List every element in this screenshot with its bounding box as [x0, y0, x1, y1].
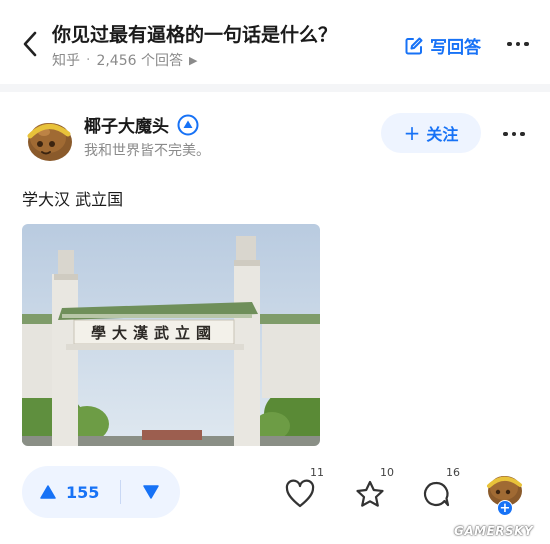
write-answer-label: 写回答 — [430, 38, 481, 58]
section-divider — [0, 84, 550, 92]
author-avatar[interactable] — [22, 112, 74, 164]
add-follow-plus-icon[interactable]: + — [497, 500, 513, 516]
heart-icon — [285, 479, 315, 508]
comment-button[interactable]: 16 — [414, 466, 460, 516]
upvote-icon — [40, 485, 56, 499]
plus-icon: + — [403, 121, 421, 145]
edit-icon — [405, 37, 423, 54]
gate-inscription: 學大漢武立國 — [91, 324, 217, 342]
favorite-button[interactable]: 10 — [348, 466, 394, 516]
watermark: GAMERSKY — [454, 524, 534, 538]
follow-label: 关注 — [426, 125, 459, 144]
source-label: 知乎 — [52, 53, 80, 69]
like-button[interactable]: 11 — [278, 466, 324, 516]
back-icon — [23, 31, 37, 57]
downvote-icon — [142, 485, 159, 499]
star-icon — [356, 480, 384, 507]
more-icon — [503, 131, 525, 137]
upvote-count: 155 — [66, 482, 100, 502]
comment-icon — [423, 481, 450, 507]
author-name: 椰子大魔头 — [84, 117, 169, 137]
write-answer-button[interactable]: 写回答 — [404, 33, 481, 58]
header-more-button[interactable] — [502, 34, 534, 54]
answer-text: 学大汉 武立国 — [22, 190, 124, 209]
vote-pill: 155 — [22, 466, 180, 518]
author-more-button[interactable] — [498, 124, 530, 144]
upvote-button[interactable]: 155 — [22, 466, 120, 518]
question-title[interactable]: 你见过最有逼格的一句话是什么？ — [52, 20, 337, 47]
answer-count: 2,456 个回答 — [96, 53, 183, 69]
play-triangle-icon: ▶ — [188, 53, 198, 67]
question-header: 你见过最有逼格的一句话是什么？ 知乎 · 2,456 个回答 ▶ 写回答 — [0, 0, 550, 84]
comment-count: 16 — [446, 466, 460, 479]
follow-button[interactable]: + 关注 — [381, 113, 481, 153]
more-icon — [507, 41, 529, 47]
author-name-row[interactable]: 椰子大魔头 — [84, 112, 199, 137]
back-button[interactable] — [16, 28, 44, 60]
meta-separator: · — [86, 52, 91, 68]
downvote-button[interactable] — [121, 466, 180, 518]
favorite-count: 10 — [380, 466, 394, 479]
answer-image[interactable]: 學大漢武立國 — [22, 224, 320, 446]
verified-icon — [177, 114, 199, 135]
author-bio: 我和世界皆不完美。 — [84, 143, 210, 159]
question-meta[interactable]: 知乎 · 2,456 个回答 ▶ — [52, 50, 197, 70]
like-count: 11 — [310, 466, 324, 479]
